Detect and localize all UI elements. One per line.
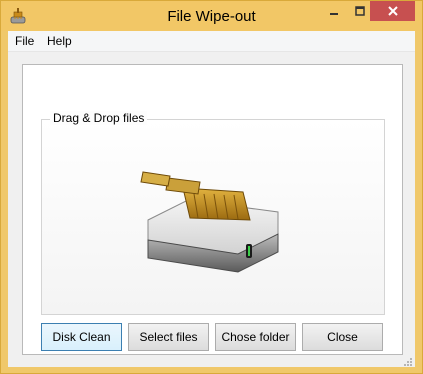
main-panel: Drag & Drop files Disk Clean Select file… [22, 64, 403, 355]
menu-file[interactable]: File [15, 34, 34, 48]
minimize-icon [330, 13, 338, 15]
close-icon [387, 6, 398, 16]
choose-folder-button[interactable]: Chose folder [215, 323, 296, 351]
select-files-button[interactable]: Select files [128, 323, 209, 351]
disk-clean-button[interactable]: Disk Clean [41, 323, 122, 351]
drop-zone-label: Drag & Drop files [50, 111, 148, 125]
close-button[interactable]: Close [302, 323, 383, 351]
app-window: File Wipe-out File Help Drag & Drop file… [0, 0, 423, 374]
title-bar[interactable]: File Wipe-out [1, 1, 422, 31]
client-area: File Help Drag & Drop files Disk Clean S… [8, 31, 415, 367]
maximize-icon [355, 6, 365, 16]
menu-bar: File Help [8, 31, 415, 52]
resize-grip-icon[interactable] [403, 357, 413, 367]
hard-drive-brush-icon [140, 171, 279, 273]
menu-help[interactable]: Help [47, 34, 72, 48]
close-window-button[interactable] [370, 1, 415, 21]
minimize-button[interactable] [321, 1, 347, 21]
drop-zone[interactable]: Drag & Drop files [41, 111, 385, 315]
status-bar [8, 357, 415, 367]
